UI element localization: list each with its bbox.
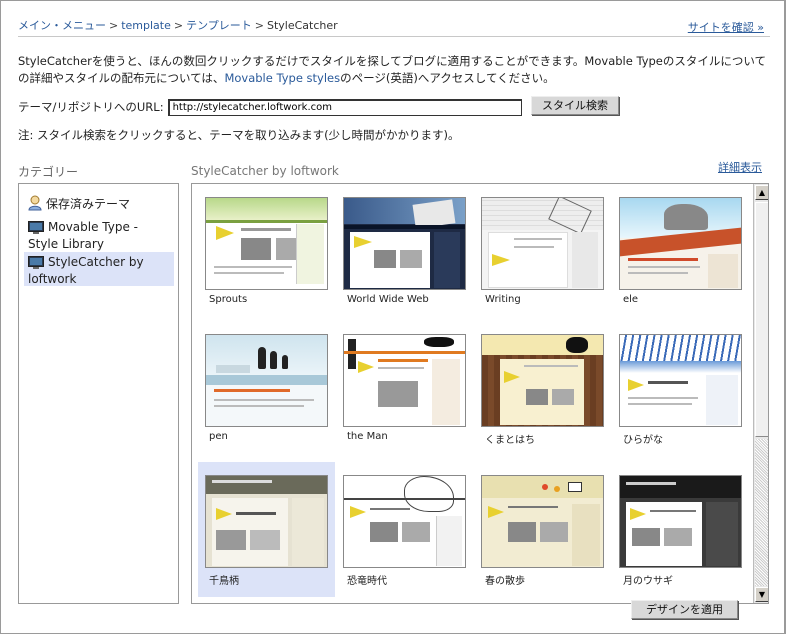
view-site-link[interactable]: サイトを確認 » [688, 19, 764, 35]
theme-sprouts[interactable]: Sprouts [198, 184, 335, 319]
theme-thumbnail [205, 197, 328, 290]
detail-view-link[interactable]: 詳細表示 [718, 159, 762, 175]
scrollbar-thumb[interactable] [755, 202, 768, 437]
category-loftwork[interactable]: StyleCatcher by loftwork [24, 252, 174, 286]
theme-pen[interactable]: pen [198, 321, 335, 456]
theme-name: 千鳥柄 [209, 576, 239, 587]
theme-thumbnail [205, 334, 328, 427]
breadcrumb-main-menu[interactable]: メイン・メニュー [18, 19, 106, 32]
theme-thumbnail [619, 197, 742, 290]
theme-thumbnail [481, 475, 604, 568]
theme-the-man[interactable]: the Man [336, 321, 473, 456]
theme-name: 月のウサギ [623, 576, 673, 587]
note-text: 注: スタイル検索をクリックすると、テーマを取り込みます(少し時間がかかります)… [18, 128, 460, 142]
category-label: Movable Type - Style Library [28, 220, 139, 251]
theme-name: Sprouts [209, 294, 248, 305]
theme-thumbnail [343, 334, 466, 427]
theme-thumbnail [619, 475, 742, 568]
theme-name: くまとはち [485, 435, 535, 446]
category-style-library[interactable]: Movable Type - Style Library [24, 219, 174, 251]
category-list: 保存済みテーマ Movable Type - Style Library Sty… [18, 183, 179, 604]
breadcrumb: メイン・メニュー > template > テンプレート > StyleCatcher [18, 17, 338, 33]
breadcrumb-current: StyleCatcher [266, 19, 338, 32]
theme-tsuki-no-usagi[interactable]: 月のウサギ [612, 462, 749, 597]
category-label: StyleCatcher by loftwork [28, 255, 144, 286]
breadcrumb-separator: > [173, 19, 184, 32]
url-form: テーマ/リポジトリへのURL: [18, 97, 522, 117]
theme-grid: Sprouts World Wide Web Writing ele pen t… [191, 183, 769, 604]
theme-thumbnail [343, 475, 466, 568]
breadcrumb-separator: > [254, 19, 264, 32]
theme-name: World Wide Web [347, 294, 429, 305]
theme-haru-no-sanpo[interactable]: 春の散歩 [474, 462, 611, 597]
theme-name: ひらがな [623, 435, 663, 446]
user-icon [28, 195, 42, 214]
monitor-icon [28, 256, 44, 272]
theme-kyoryu-jidai[interactable]: 恐竜時代 [336, 462, 473, 597]
theme-name: pen [209, 431, 228, 442]
scroll-up-arrow-icon[interactable]: ▲ [755, 185, 768, 200]
theme-scrollbar[interactable]: ▲ ▼ [753, 184, 768, 603]
category-label: 保存済みテーマ [46, 197, 131, 211]
apply-design-button[interactable]: デザインを適用 [631, 600, 738, 619]
scrollbar-track[interactable] [755, 439, 768, 586]
themes-title: StyleCatcher by loftwork [191, 164, 339, 178]
scroll-down-arrow-icon[interactable]: ▼ [755, 587, 768, 602]
theme-name: Writing [485, 294, 521, 305]
url-input[interactable] [167, 98, 522, 116]
header-divider [18, 36, 770, 37]
breadcrumb-template[interactable]: template [121, 19, 171, 32]
theme-thumbnail [481, 334, 604, 427]
theme-thumbnail [481, 197, 604, 290]
category-saved-themes[interactable]: 保存済みテーマ [24, 193, 174, 213]
intro-text: StyleCatcherを使うと、ほんの数回クリックするだけでスタイルを探してブ… [18, 53, 770, 87]
theme-thumbnail [619, 334, 742, 427]
theme-kuma-to-hachi[interactable]: くまとはち [474, 321, 611, 456]
url-label: テーマ/リポジトリへのURL: [18, 100, 164, 114]
theme-chidorigara[interactable]: 千鳥柄 [198, 462, 335, 597]
theme-name: ele [623, 294, 639, 305]
style-search-button[interactable]: スタイル検索 [531, 96, 619, 115]
categories-title: カテゴリー [18, 165, 79, 179]
theme-thumbnail [205, 475, 328, 568]
theme-name: the Man [347, 431, 388, 442]
theme-writing[interactable]: Writing [474, 184, 611, 319]
theme-name: 恐竜時代 [347, 576, 387, 587]
theme-ele[interactable]: ele [612, 184, 749, 319]
theme-thumbnail [343, 197, 466, 290]
stylecatcher-window: メイン・メニュー > template > テンプレート > StyleCatcher サイ… [0, 0, 786, 634]
theme-name: 春の散歩 [485, 576, 525, 587]
breadcrumb-separator: > [109, 19, 119, 32]
monitor-icon [28, 221, 44, 237]
intro-text-part2: のページ(英語)へアクセスしてください。 [340, 71, 555, 85]
theme-hiragana[interactable]: ひらがな [612, 321, 749, 456]
theme-world-wide-web[interactable]: World Wide Web [336, 184, 473, 319]
movable-type-styles-link[interactable]: Movable Type styles [224, 71, 340, 85]
breadcrumb-templates[interactable]: テンプレート [186, 19, 252, 32]
